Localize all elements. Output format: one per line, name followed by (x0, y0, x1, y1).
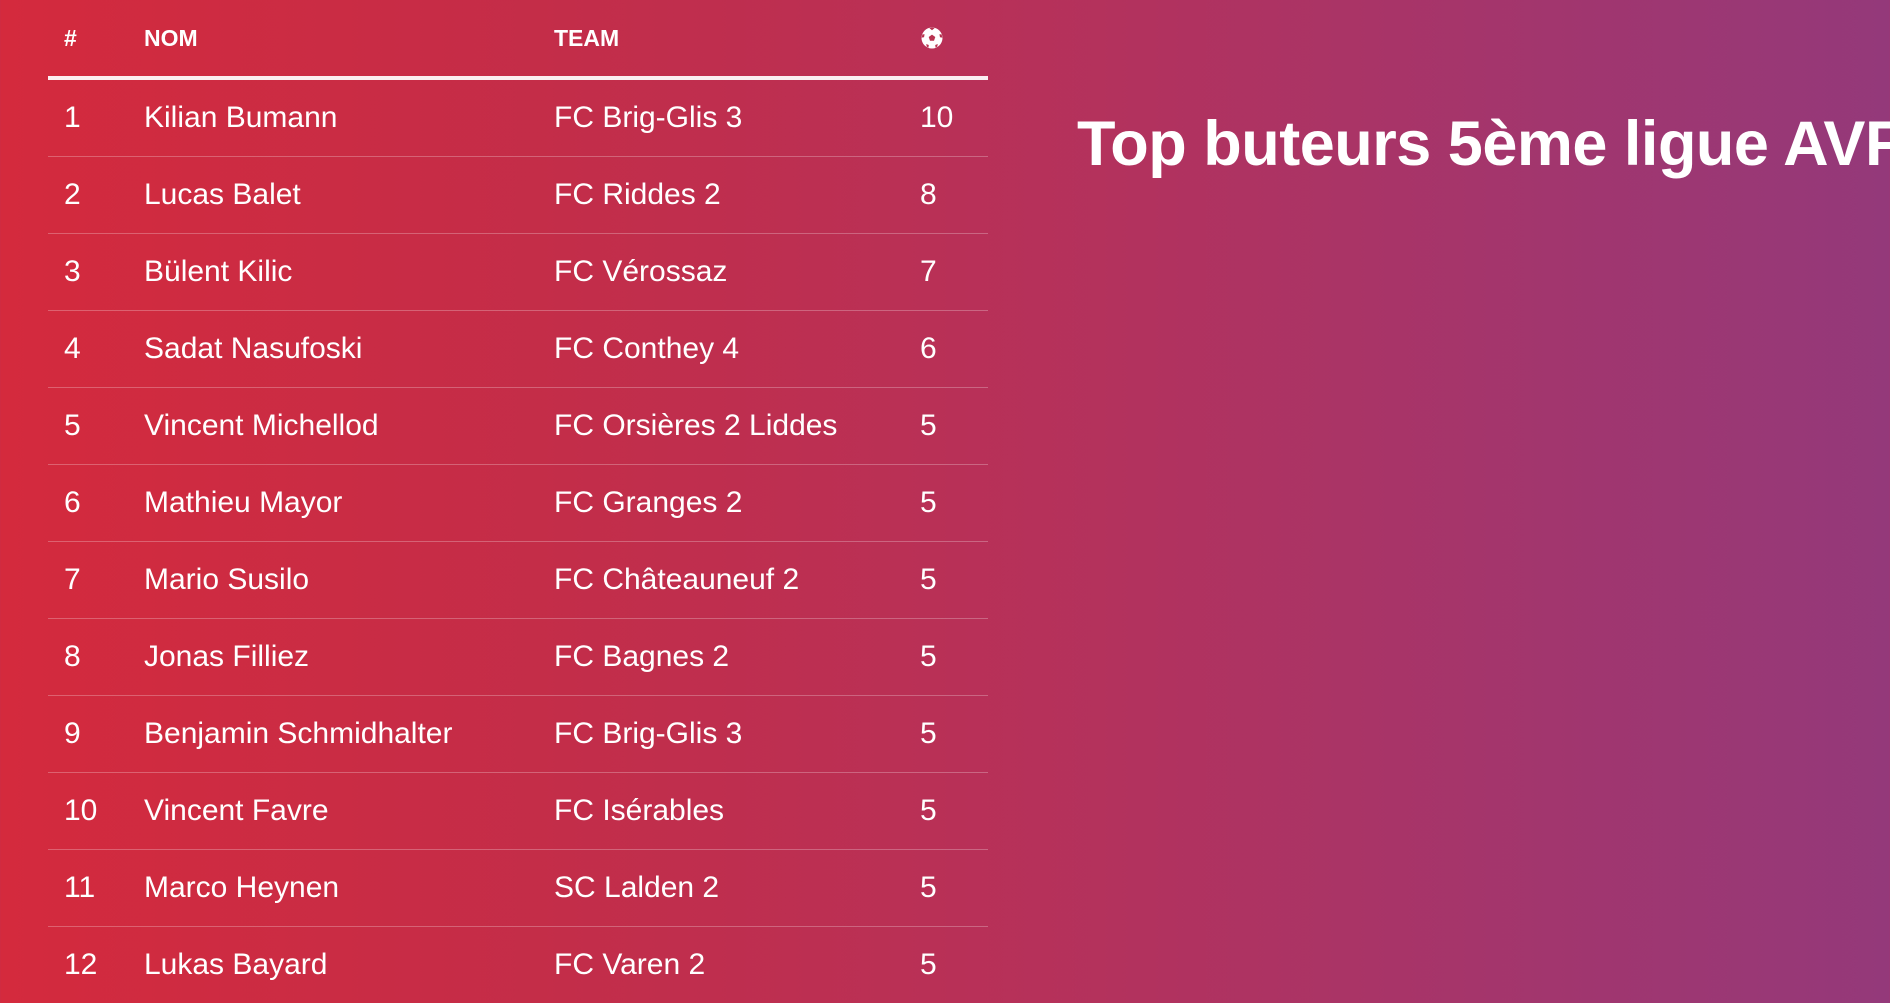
goals-cell: 5 (920, 773, 988, 850)
header-rank: # (48, 0, 144, 78)
goals-cell: 5 (920, 388, 988, 465)
page-title: Top buteurs 5ème ligue AVF (1077, 104, 1890, 184)
soccer-ball-icon (920, 26, 944, 50)
player-name-cell: Lucas Balet (144, 157, 554, 234)
player-name-cell: Mathieu Mayor (144, 465, 554, 542)
rank-cell: 2 (48, 157, 144, 234)
table-header-row: # NOM TEAM (48, 0, 988, 78)
goals-cell: 5 (920, 619, 988, 696)
team-cell: FC Brig-Glis 3 (554, 696, 920, 773)
goals-cell: 5 (920, 696, 988, 773)
table-row: 1Kilian BumannFC Brig-Glis 310 (48, 78, 988, 157)
team-cell: FC Brig-Glis 3 (554, 78, 920, 157)
table-row: 2Lucas BaletFC Riddes 28 (48, 157, 988, 234)
rank-cell: 8 (48, 619, 144, 696)
team-cell: FC Vérossaz (554, 234, 920, 311)
rank-cell: 6 (48, 465, 144, 542)
goals-cell: 5 (920, 465, 988, 542)
rank-cell: 10 (48, 773, 144, 850)
player-name-cell: Bülent Kilic (144, 234, 554, 311)
goals-cell: 5 (920, 927, 988, 1003)
player-name-cell: Benjamin Schmidhalter (144, 696, 554, 773)
team-cell: FC Orsières 2 Liddes (554, 388, 920, 465)
rank-cell: 11 (48, 850, 144, 927)
table-row: 3Bülent KilicFC Vérossaz7 (48, 234, 988, 311)
goals-cell: 6 (920, 311, 988, 388)
goals-cell: 8 (920, 157, 988, 234)
team-cell: FC Granges 2 (554, 465, 920, 542)
top-scorers-table: # NOM TEAM 1Kilian BumannFC Brig-Glis 31… (48, 0, 988, 1003)
table-row: 6Mathieu MayorFC Granges 25 (48, 465, 988, 542)
player-name-cell: Vincent Favre (144, 773, 554, 850)
team-cell: FC Varen 2 (554, 927, 920, 1003)
goals-cell: 7 (920, 234, 988, 311)
table-row: 11Marco HeynenSC Lalden 25 (48, 850, 988, 927)
header-goals (920, 0, 988, 78)
player-name-cell: Mario Susilo (144, 542, 554, 619)
team-cell: FC Isérables (554, 773, 920, 850)
team-cell: FC Riddes 2 (554, 157, 920, 234)
player-name-cell: Sadat Nasufoski (144, 311, 554, 388)
goals-cell: 5 (920, 542, 988, 619)
player-name-cell: Vincent Michellod (144, 388, 554, 465)
table-row: 4Sadat NasufoskiFC Conthey 46 (48, 311, 988, 388)
table-body: 1Kilian BumannFC Brig-Glis 3102Lucas Bal… (48, 78, 988, 1003)
player-name-cell: Kilian Bumann (144, 78, 554, 157)
table-row: 7Mario SusiloFC Châteauneuf 25 (48, 542, 988, 619)
rank-cell: 1 (48, 78, 144, 157)
table-row: 10Vincent FavreFC Isérables5 (48, 773, 988, 850)
header-name: NOM (144, 0, 554, 78)
team-cell: FC Conthey 4 (554, 311, 920, 388)
player-name-cell: Marco Heynen (144, 850, 554, 927)
table-row: 9Benjamin SchmidhalterFC Brig-Glis 35 (48, 696, 988, 773)
goals-cell: 5 (920, 850, 988, 927)
rank-cell: 12 (48, 927, 144, 1003)
team-cell: SC Lalden 2 (554, 850, 920, 927)
header-team: TEAM (554, 0, 920, 78)
rank-cell: 3 (48, 234, 144, 311)
table-row: 12Lukas BayardFC Varen 25 (48, 927, 988, 1003)
team-cell: FC Bagnes 2 (554, 619, 920, 696)
player-name-cell: Lukas Bayard (144, 927, 554, 1003)
goals-cell: 10 (920, 78, 988, 157)
rank-cell: 7 (48, 542, 144, 619)
table-row: 5Vincent MichellodFC Orsières 2 Liddes5 (48, 388, 988, 465)
table-row: 8Jonas FilliezFC Bagnes 25 (48, 619, 988, 696)
team-cell: FC Châteauneuf 2 (554, 542, 920, 619)
rank-cell: 4 (48, 311, 144, 388)
rank-cell: 9 (48, 696, 144, 773)
player-name-cell: Jonas Filliez (144, 619, 554, 696)
rank-cell: 5 (48, 388, 144, 465)
